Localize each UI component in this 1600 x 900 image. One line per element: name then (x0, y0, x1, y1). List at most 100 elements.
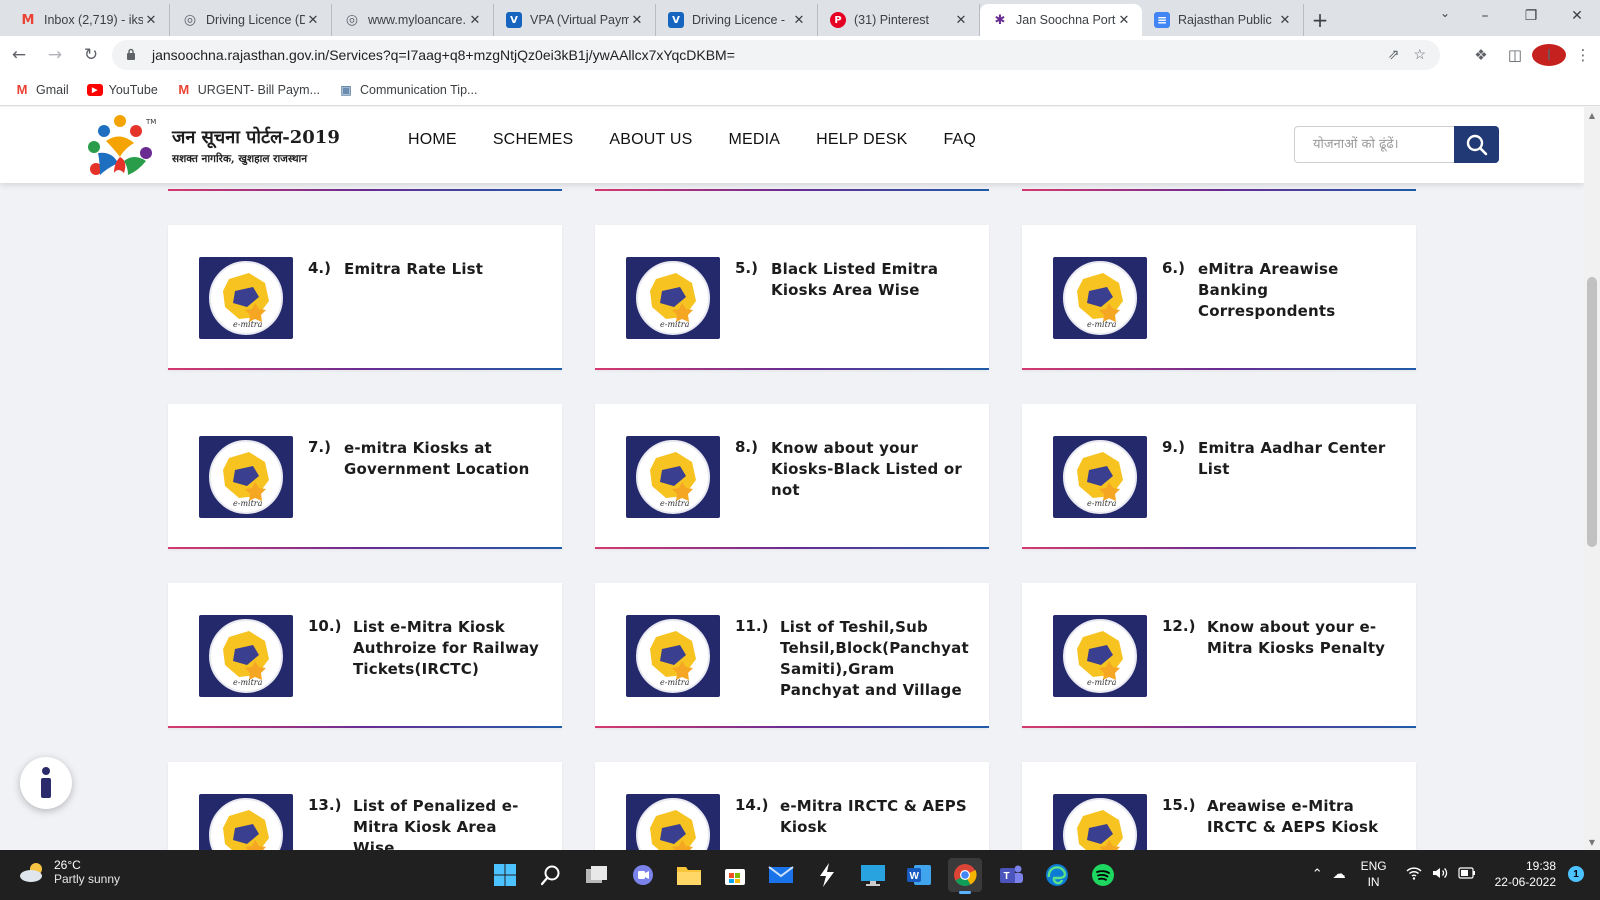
info-button[interactable] (20, 757, 72, 809)
close-tab-icon[interactable]: ✕ (791, 13, 807, 28)
scheme-search-input[interactable] (1294, 126, 1454, 163)
nav-about-us[interactable]: ABOUT US (609, 131, 692, 149)
service-link[interactable]: List of Penalized e-Mitra Kiosk Area Wis… (353, 796, 542, 850)
system-clock[interactable]: 19:38 22-06-2022 (1495, 858, 1556, 890)
service-link[interactable]: eMitra Areawise Banking Correspondents (1198, 259, 1396, 322)
service-link[interactable]: e-Mitra IRCTC & AEPS Kiosk (780, 796, 969, 838)
service-link[interactable]: Know about your Kiosks-Black Listed or n… (771, 438, 969, 501)
bookmark-item[interactable]: ▣ Communication Tip... (338, 83, 477, 97)
address-bar[interactable]: jansoochna.rajasthan.gov.in/Services?q=I… (112, 40, 1440, 70)
service-card[interactable]: e-mitra 9.) Emitra Aadhar Center List (1022, 404, 1416, 549)
emitra-logo-icon[interactable]: e-mitra (199, 436, 293, 518)
back-icon[interactable]: ← (2, 40, 36, 70)
tab-search-icon[interactable]: ⌄ (1440, 6, 1450, 20)
emitra-logo-icon[interactable]: e-mitra (199, 257, 293, 339)
browser-tab[interactable]: ◎ www.myloancare. ✕ (332, 4, 494, 36)
service-link[interactable]: Emitra Aadhar Center List (1198, 438, 1396, 480)
service-card[interactable]: e-mitra 12.) Know about your e-Mitra Kiosk… (1022, 583, 1416, 728)
service-link[interactable]: Emitra Rate List (344, 259, 542, 280)
teams-chat[interactable] (626, 858, 660, 892)
close-tab-icon[interactable]: ✕ (305, 13, 321, 28)
start-button[interactable] (488, 858, 522, 892)
spotify-app[interactable] (1086, 858, 1120, 892)
side-panel-icon[interactable]: ◫ (1498, 46, 1532, 64)
new-tab-button[interactable]: + (1304, 4, 1336, 36)
teams-app[interactable]: T (994, 858, 1028, 892)
emitra-logo-icon[interactable]: e-mitra (1053, 794, 1147, 850)
bookmark-star-icon[interactable]: ☆ (1413, 46, 1426, 63)
service-link[interactable]: Areawise e-Mitra IRCTC & AEPS Kiosk (1207, 796, 1396, 838)
service-card[interactable]: e-mitra 5.) Black Listed Emitra Kiosks Are… (595, 225, 989, 370)
service-card[interactable]: e-mitra 15.) Areawise e-Mitra IRCTC & AEPS… (1022, 762, 1416, 850)
reload-icon[interactable]: ↻ (74, 40, 108, 70)
menu-kebab-icon[interactable]: ⋮ (1566, 46, 1600, 64)
restore-icon[interactable]: ❐ (1508, 0, 1554, 32)
emitra-logo-icon[interactable]: e-mitra (1053, 257, 1147, 339)
share-icon[interactable]: ⇗ (1388, 46, 1400, 63)
lightning-app[interactable] (810, 858, 844, 892)
emitra-logo-icon[interactable]: e-mitra (626, 257, 720, 339)
emitra-logo-icon[interactable]: e-mitra (199, 615, 293, 697)
service-link[interactable]: e-mitra Kiosks at Government Location (344, 438, 542, 480)
onedrive-icon[interactable]: ☁ (1333, 866, 1346, 882)
extensions-icon[interactable]: ❖ (1464, 46, 1498, 64)
service-card[interactable]: e-mitra 11.) List of Teshil,Sub Tehsil,Blo… (595, 583, 989, 728)
service-link[interactable]: List e-Mitra Kiosk Authroize for Railway… (353, 617, 542, 680)
close-tab-icon[interactable]: ✕ (467, 13, 483, 28)
emitra-logo-icon[interactable]: e-mitra (1053, 615, 1147, 697)
service-link[interactable]: Black Listed Emitra Kiosks Area Wise (771, 259, 969, 301)
taskbar-search[interactable] (534, 858, 568, 892)
browser-tab[interactable]: V Driving Licence - ✕ (656, 4, 818, 36)
emitra-logo-icon[interactable]: e-mitra (199, 794, 293, 850)
nav-schemes[interactable]: SCHEMES (493, 131, 574, 149)
service-card[interactable]: e-mitra 6.) eMitra Areawise Banking Corres… (1022, 225, 1416, 370)
service-link[interactable]: List of Teshil,Sub Tehsil,Block(Panchyat… (780, 617, 969, 701)
wifi-icon[interactable] (1406, 866, 1422, 883)
chrome-app[interactable] (948, 858, 982, 894)
emitra-logo-icon[interactable]: e-mitra (626, 615, 720, 697)
close-window-icon[interactable]: ✕ (1554, 0, 1600, 32)
service-card[interactable]: e-mitra 10.) List e-Mitra Kiosk Authroize … (168, 583, 562, 728)
nav-media[interactable]: MEDIA (728, 131, 780, 149)
browser-tab[interactable]: V VPA (Virtual Paym ✕ (494, 4, 656, 36)
mail-app[interactable] (764, 858, 798, 892)
battery-icon[interactable] (1458, 866, 1476, 882)
browser-tab[interactable]: M Inbox (2,719) - iks ✕ (8, 4, 170, 36)
emitra-logo-icon[interactable]: e-mitra (626, 436, 720, 518)
language-indicator[interactable]: ENG IN (1361, 858, 1387, 890)
nav-faq[interactable]: FAQ (943, 131, 976, 149)
scroll-up-icon[interactable]: ▲ (1584, 107, 1600, 123)
scrollbar-thumb[interactable] (1587, 277, 1597, 547)
search-button[interactable] (1454, 126, 1499, 163)
lock-icon[interactable] (126, 48, 144, 63)
service-card[interactable]: e-mitra 7.) e-mitra Kiosks at Government L… (168, 404, 562, 549)
close-tab-icon[interactable]: ✕ (143, 13, 159, 28)
show-hidden-icons-icon[interactable]: ⌃ (1312, 866, 1323, 882)
scroll-down-icon[interactable]: ▼ (1584, 834, 1600, 850)
edge-app[interactable] (1040, 858, 1074, 892)
volume-icon[interactable] (1432, 866, 1448, 883)
emitra-logo-icon[interactable]: e-mitra (1053, 436, 1147, 518)
word-app[interactable]: W (902, 858, 936, 892)
service-card[interactable]: e-mitra 13.) List of Penalized e-Mitra Kio… (168, 762, 562, 850)
browser-tab[interactable]: ≡ Rajasthan Public ✕ (1142, 4, 1304, 36)
bookmark-item[interactable]: M Gmail (14, 82, 69, 97)
page-scrollbar[interactable]: ▲ ▼ (1584, 107, 1600, 850)
browser-tab[interactable]: ✱ Jan Soochna Port ✕ (980, 4, 1142, 36)
nav-home[interactable]: HOME (408, 131, 457, 149)
service-card[interactable]: e-mitra 14.) e-Mitra IRCTC & AEPS Kiosk (595, 762, 989, 850)
notification-badge[interactable]: 1 (1568, 866, 1584, 882)
nav-help-desk[interactable]: HELP DESK (816, 131, 907, 149)
bookmark-item[interactable]: ▶ YouTube (86, 83, 158, 97)
service-link[interactable]: Know about your e-Mitra Kiosks Penalty (1207, 617, 1396, 659)
service-card[interactable]: e-mitra 8.) Know about your Kiosks-Black L… (595, 404, 989, 549)
forward-icon[interactable]: → (38, 40, 72, 70)
emitra-logo-icon[interactable]: e-mitra (626, 794, 720, 850)
minimize-icon[interactable]: – (1462, 0, 1508, 32)
close-tab-icon[interactable]: ✕ (1277, 13, 1293, 28)
weather-widget[interactable]: 26°C Partly sunny (18, 858, 120, 886)
profile-avatar[interactable]: I (1532, 44, 1566, 66)
browser-tab[interactable]: P (31) Pinterest ✕ (818, 4, 980, 36)
close-tab-icon[interactable]: ✕ (953, 13, 969, 28)
close-tab-icon[interactable]: ✕ (629, 13, 645, 28)
